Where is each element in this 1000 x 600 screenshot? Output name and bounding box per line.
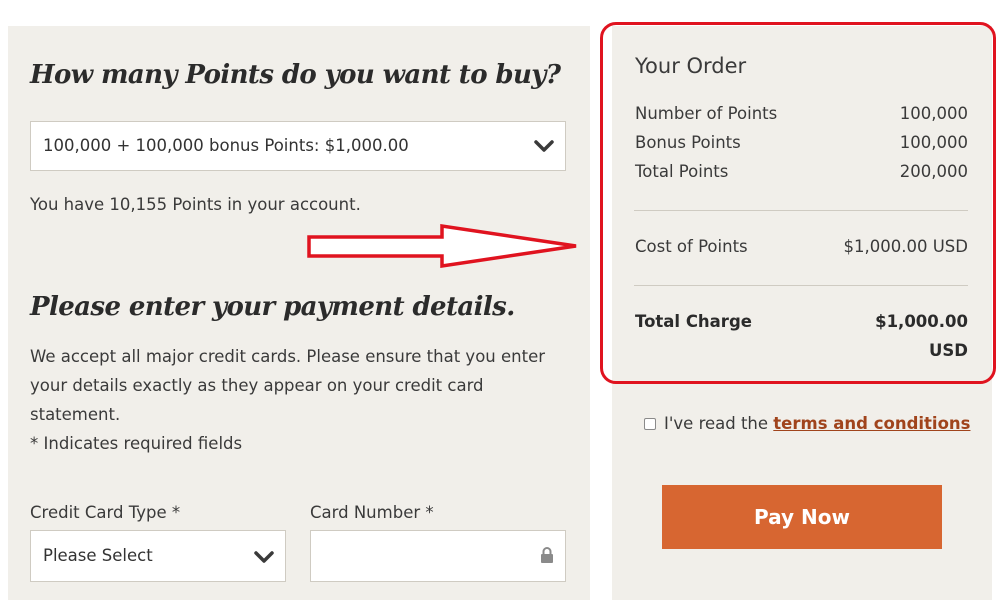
total-charge-currency: USD bbox=[929, 341, 968, 360]
card-type-select[interactable]: Please Select bbox=[30, 530, 286, 582]
order-row-value: 100,000 bbox=[899, 133, 968, 152]
payment-description-line: We accept all major credit cards. Please… bbox=[30, 347, 546, 366]
order-row-label: Bonus Points bbox=[635, 133, 741, 152]
order-row-value: 200,000 bbox=[899, 162, 968, 181]
card-number-label: Card Number * bbox=[310, 503, 434, 522]
order-row-label: Number of Points bbox=[635, 104, 778, 123]
terms-prefix: I've read the bbox=[664, 414, 774, 433]
buy-points-heading: How many Points do you want to buy? bbox=[30, 60, 561, 90]
points-package-value: 100,000 + 100,000 bonus Points: $1,000.0… bbox=[43, 136, 409, 155]
required-fields-note: * Indicates required fields bbox=[30, 434, 243, 453]
cost-of-points-value: $1,000.00 USD bbox=[843, 237, 968, 256]
card-type-value: Please Select bbox=[43, 546, 153, 565]
pay-now-button[interactable]: Pay Now bbox=[662, 485, 942, 549]
order-row-value: 100,000 bbox=[899, 104, 968, 123]
chevron-down-icon bbox=[254, 551, 274, 563]
cost-of-points-label: Cost of Points bbox=[635, 237, 748, 256]
terms-agreement: I've read the terms and conditions bbox=[664, 414, 970, 433]
order-row-label: Total Points bbox=[635, 162, 729, 181]
total-charge-label: Total Charge bbox=[635, 312, 752, 331]
right-arrow-annotation bbox=[307, 223, 577, 269]
card-type-label: Credit Card Type * bbox=[30, 503, 181, 522]
payment-description: We accept all major credit cards. Please… bbox=[30, 342, 570, 458]
card-number-input[interactable] bbox=[310, 530, 566, 582]
order-divider bbox=[634, 285, 968, 286]
payment-description-line: statement. bbox=[30, 405, 121, 424]
order-title: Your Order bbox=[635, 54, 747, 78]
payment-details-heading: Please enter your payment details. bbox=[30, 292, 515, 322]
total-charge-amount: $1,000.00 bbox=[875, 312, 968, 331]
lock-icon bbox=[541, 547, 553, 563]
payment-description-line: your details exactly as they appear on y… bbox=[30, 376, 484, 395]
points-package-select[interactable]: 100,000 + 100,000 bonus Points: $1,000.0… bbox=[30, 121, 566, 171]
order-divider bbox=[634, 210, 968, 211]
terms-link[interactable]: terms and conditions bbox=[773, 414, 970, 433]
points-balance-text: You have 10,155 Points in your account. bbox=[30, 195, 361, 214]
terms-checkbox[interactable] bbox=[644, 418, 656, 430]
chevron-down-icon bbox=[534, 140, 554, 152]
